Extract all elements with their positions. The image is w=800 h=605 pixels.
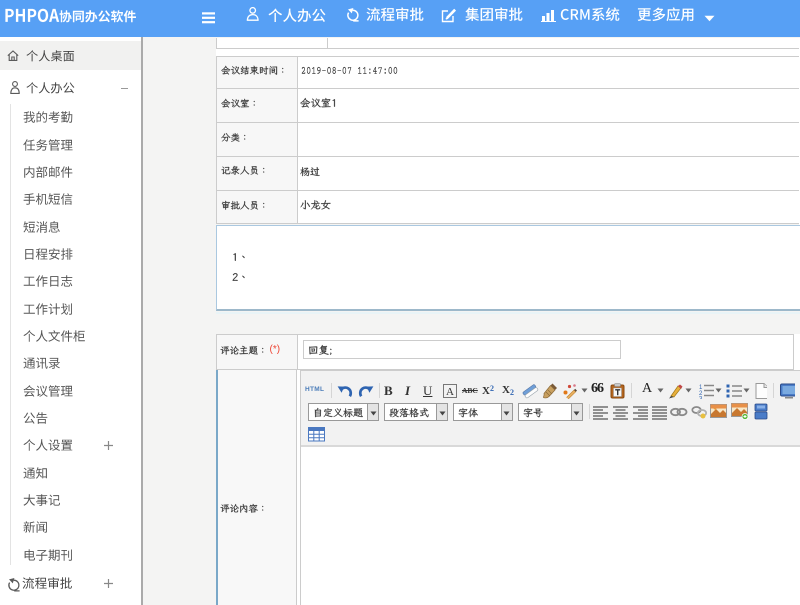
svg-text:A: A bbox=[446, 386, 454, 398]
svg-text:3: 3 bbox=[699, 396, 703, 399]
